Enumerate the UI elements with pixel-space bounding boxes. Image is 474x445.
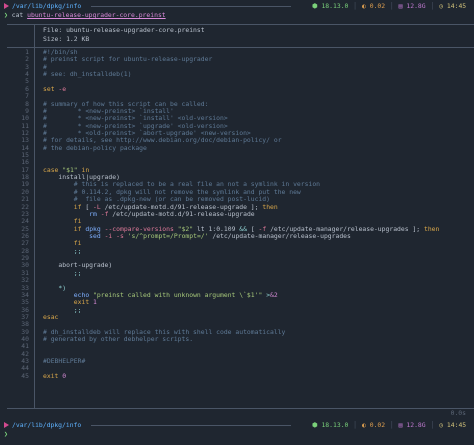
code-token: rm — [89, 209, 97, 218]
panel-top-border — [7, 24, 474, 25]
code-token: ;; — [73, 305, 82, 314]
code-token: #DEBHELPER# — [43, 357, 86, 366]
code-token: then — [423, 224, 440, 233]
code-token: # generated by other debhelper scripts. — [43, 335, 194, 344]
memory-usage: 12.8G — [406, 421, 426, 429]
line-number-gutter: 1 2 3 4 5 6 7 8 9 10 11 12 13 14 15 16 17 18 19 20 21 22 23 24 2… — [7, 48, 29, 380]
code-line: abort-upgrade) — [43, 262, 439, 269]
clock-icon: ◷ — [439, 2, 444, 10]
prompt-divider — [91, 5, 292, 7]
code-token: sed — [89, 231, 101, 240]
panel-bottom-border — [7, 408, 474, 409]
bottom-path-row: /var/lib/dpkg/info — [0, 421, 292, 430]
code-body: #!/bin/sh # preinst script for ubuntu-rel… — [43, 48, 440, 380]
prompt-path: /var/lib/dpkg/info — [12, 2, 82, 10]
bat-output-panel: File: ubuntu-release-upgrader-core.prein… — [7, 21, 474, 409]
code-token: 1 — [93, 298, 97, 307]
status-segment: ⬢ 18.13.0 │ ◐ 0.02 │ ▤ 12.8G │ ◷ 14:45 — [312, 421, 467, 429]
code-gutter-divider — [34, 47, 35, 408]
command-name: cat — [11, 11, 24, 19]
clock-time: 14:45 — [446, 421, 467, 429]
bottom-input-row[interactable]: ❯ — [4, 430, 8, 439]
code-token: &2 — [270, 290, 278, 299]
code-line: exit 1 — [43, 299, 439, 306]
code-line: rm -f /etc/update-motd.d/91-release-upgr… — [43, 209, 439, 218]
cpu-icon: ◐ — [361, 2, 366, 10]
prompt-arrow-icon — [4, 3, 9, 9]
node-version: 18.13.0 — [321, 421, 349, 429]
code-line: ;; — [43, 246, 439, 255]
code-line: # see: dh_installdeb(1) — [43, 70, 439, 79]
code-line: # the debian-policy package — [43, 143, 439, 152]
code-token: exit — [43, 371, 59, 380]
code-line: # preinst script for ubuntu-release-upgr… — [43, 56, 439, 63]
file-name-label: File: ubuntu-release-upgrader-core.prein… — [43, 26, 205, 34]
code-token: # preinst script for ubuntu-release-upgr… — [43, 55, 213, 64]
code-line: set -e — [43, 84, 439, 93]
code-token: -s — [116, 231, 124, 240]
prompt-divider — [91, 424, 292, 426]
file-size-label: Size: 1.2 KB — [43, 35, 90, 43]
node-icon: ⬢ — [312, 421, 318, 429]
code-line: fi — [43, 240, 439, 247]
prompt-path: /var/lib/dpkg/info — [12, 421, 82, 429]
node-icon: ⬢ — [312, 2, 318, 10]
prompt-caret-icon: ❯ — [4, 430, 8, 438]
clock-icon: ◷ — [439, 421, 444, 429]
clock-time: 14:45 — [446, 2, 467, 10]
prompt-path-row: /var/lib/dpkg/info — [0, 2, 292, 11]
memory-icon: ▤ — [398, 2, 403, 10]
code-line: ;; — [43, 268, 439, 277]
code-line: esac — [43, 313, 439, 321]
code-token: # see: dh_installdeb(1) — [43, 70, 132, 79]
code-line: exit 0 — [43, 371, 439, 380]
code-line: ;; — [43, 305, 439, 314]
bottom-prompt: /var/lib/dpkg/info ❯ ⬢ 18.13.0 │ ◐ 0.02 … — [0, 419, 474, 439]
line-number: 45 — [21, 371, 29, 380]
code-line: sed -i -s 's/^prompt=/Prompt=/' /etc/upd… — [43, 231, 439, 240]
command-row[interactable]: ❯ cat ubuntu-release-upgrader-core.prein… — [4, 11, 166, 20]
code-token: "preinst called with unknown argument \`… — [93, 290, 263, 299]
top-prompt: /var/lib/dpkg/info ❯ cat ubuntu-release-… — [0, 0, 474, 20]
command-duration: 0.0s — [450, 409, 466, 417]
code-token: /etc/update-motd.d/91-release-upgrade — [108, 209, 255, 218]
code-token: ;; — [73, 268, 82, 277]
prompt-caret-icon: ❯ — [4, 11, 8, 19]
prompt-arrow-icon — [4, 422, 9, 428]
header-gutter-divider — [34, 24, 35, 47]
code-line: echo "preinst called with unknown argume… — [43, 290, 439, 299]
code-token: -e — [58, 84, 67, 93]
memory-usage: 12.8G — [406, 2, 426, 10]
code-token: 's/^prompt=/Prompt=/' — [127, 231, 209, 240]
node-version: 18.13.0 — [321, 2, 349, 10]
code-line: # generated by other debhelper scripts. — [43, 335, 439, 344]
code-token: # the debian-policy package — [43, 143, 147, 152]
command-argument[interactable]: ubuntu-release-upgrader-core.preinst — [27, 11, 166, 19]
code-token: then — [262, 202, 278, 211]
memory-icon: ▤ — [398, 421, 403, 429]
code-token: 0 — [62, 371, 67, 380]
cpu-icon: ◐ — [361, 421, 366, 429]
status-segment: ⬢ 18.13.0 │ ◐ 0.02 │ ▤ 12.8G │ ◷ 14:45 — [312, 2, 467, 10]
code-line: #DEBHELPER# — [43, 357, 439, 366]
cpu-load: 0.02 — [369, 421, 386, 429]
cpu-load: 0.02 — [369, 2, 386, 10]
code-token: ;; — [73, 246, 82, 255]
code-token: /etc/update-manager/release-upgrades — [208, 231, 351, 240]
